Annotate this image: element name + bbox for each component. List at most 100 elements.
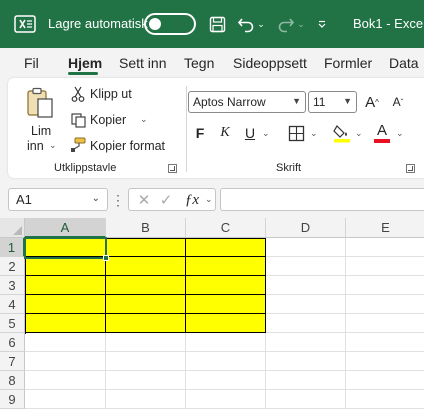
borders-icon[interactable] [286, 123, 306, 143]
underline-button[interactable]: U [242, 123, 258, 143]
formula-input[interactable] [220, 188, 424, 211]
cell-e1[interactable] [346, 238, 424, 257]
redo-dropdown-icon[interactable]: ⌄ [296, 12, 306, 36]
cell-d7[interactable] [266, 352, 346, 371]
tab-formler[interactable]: Formler [324, 55, 372, 71]
paste-dropdown-icon[interactable]: ⌄ [49, 140, 57, 151]
font-name-select[interactable]: Aptos Narrow ▼ [188, 91, 306, 113]
paste-icon[interactable] [22, 84, 58, 124]
cell-e7[interactable] [346, 352, 424, 371]
row-header-9[interactable]: 9 [0, 390, 25, 409]
cell-b3[interactable] [106, 276, 186, 295]
row-header-6[interactable]: 6 [0, 333, 25, 352]
fill-color-dropdown-icon[interactable]: ⌄ [355, 128, 363, 139]
column-header-a[interactable]: A [25, 218, 106, 238]
clipboard-launcher-icon[interactable] [168, 164, 177, 173]
row-header-5[interactable]: 5 [0, 314, 25, 333]
cell-b5[interactable] [106, 314, 186, 333]
row-header-4[interactable]: 4 [0, 295, 25, 314]
row-header-1[interactable]: 1 [0, 238, 25, 257]
cell-d5[interactable] [266, 314, 346, 333]
cell-d1[interactable] [266, 238, 346, 257]
cell-a2[interactable] [25, 257, 106, 276]
cell-c3[interactable] [186, 276, 266, 295]
cell-c7[interactable] [186, 352, 266, 371]
customize-qat-icon[interactable] [314, 12, 330, 36]
cell-b9[interactable] [106, 390, 186, 409]
cell-a7[interactable] [25, 352, 106, 371]
italic-button[interactable]: K [217, 123, 233, 143]
cell-a8[interactable] [25, 371, 106, 390]
row-header-7[interactable]: 7 [0, 352, 25, 371]
column-header-e[interactable]: E [346, 218, 424, 238]
font-color-button[interactable]: A [372, 122, 392, 144]
cancel-icon[interactable]: ✕ [135, 190, 153, 210]
paste-label-2[interactable]: inn [27, 139, 44, 153]
undo-dropdown-icon[interactable]: ⌄ [256, 12, 266, 36]
cell-e3[interactable] [346, 276, 424, 295]
column-header-c[interactable]: C [186, 218, 266, 238]
function-dropdown-icon[interactable]: ⌄ [205, 194, 213, 205]
tab-fil[interactable]: Fil [24, 55, 39, 71]
cell-d2[interactable] [266, 257, 346, 276]
row-header-8[interactable]: 8 [0, 371, 25, 390]
select-all-button[interactable] [0, 218, 25, 238]
redo-icon[interactable] [276, 12, 296, 36]
cell-a5[interactable] [25, 314, 106, 333]
font-size-select[interactable]: 11 ▼ [308, 91, 357, 113]
autosave-toggle[interactable] [144, 13, 196, 35]
undo-icon[interactable] [236, 12, 256, 36]
cell-e5[interactable] [346, 314, 424, 333]
cell-d6[interactable] [266, 333, 346, 352]
name-box[interactable]: A1 ⌄ [8, 188, 108, 211]
cell-b6[interactable] [106, 333, 186, 352]
fill-handle[interactable] [103, 255, 109, 261]
cell-d4[interactable] [266, 295, 346, 314]
cut-icon[interactable] [70, 86, 86, 102]
cell-c1[interactable] [186, 238, 266, 257]
copy-button[interactable]: Kopier [90, 113, 126, 127]
font-launcher-icon[interactable] [406, 164, 415, 173]
cell-c4[interactable] [186, 295, 266, 314]
tab-sideoppsett[interactable]: Sideoppsett [233, 55, 307, 71]
cell-b1[interactable] [106, 238, 186, 257]
cut-button[interactable]: Klipp ut [90, 87, 132, 101]
column-header-d[interactable]: D [266, 218, 346, 238]
paste-label[interactable]: Lim [31, 124, 51, 138]
tab-hjem[interactable]: Hjem [68, 55, 102, 71]
cell-e8[interactable] [346, 371, 424, 390]
cell-e2[interactable] [346, 257, 424, 276]
cell-d3[interactable] [266, 276, 346, 295]
cell-c9[interactable] [186, 390, 266, 409]
copy-icon[interactable] [70, 112, 86, 128]
save-icon[interactable] [206, 12, 228, 36]
decrease-font-size-icon[interactable]: Aˇ [388, 92, 408, 112]
cell-c6[interactable] [186, 333, 266, 352]
column-header-b[interactable]: B [106, 218, 186, 238]
font-color-dropdown-icon[interactable]: ⌄ [396, 128, 404, 139]
cell-e4[interactable] [346, 295, 424, 314]
cell-b4[interactable] [106, 295, 186, 314]
tab-data[interactable]: Data [389, 55, 419, 71]
cell-b2[interactable] [106, 257, 186, 276]
chevron-down-icon[interactable]: ⌄ [92, 193, 100, 204]
bold-button[interactable]: F [192, 123, 208, 143]
formula-bar-grip-icon[interactable]: ⋮ [111, 190, 125, 210]
cell-c2[interactable] [186, 257, 266, 276]
copy-dropdown-icon[interactable]: ⌄ [140, 114, 148, 125]
row-header-3[interactable]: 3 [0, 276, 25, 295]
cell-d9[interactable] [266, 390, 346, 409]
insert-function-icon[interactable]: ƒx [181, 190, 203, 210]
format-painter-icon[interactable] [70, 137, 86, 153]
fill-color-icon[interactable] [332, 122, 352, 144]
underline-dropdown-icon[interactable]: ⌄ [262, 128, 270, 139]
cell-b8[interactable] [106, 371, 186, 390]
row-header-2[interactable]: 2 [0, 257, 25, 276]
cell-c5[interactable] [186, 314, 266, 333]
increase-font-size-icon[interactable]: A ^ [362, 92, 382, 112]
cell-a3[interactable] [25, 276, 106, 295]
tab-tegn[interactable]: Tegn [184, 55, 214, 71]
format-painter-button[interactable]: Kopier format [90, 139, 165, 153]
cell-a6[interactable] [25, 333, 106, 352]
cell-e6[interactable] [346, 333, 424, 352]
